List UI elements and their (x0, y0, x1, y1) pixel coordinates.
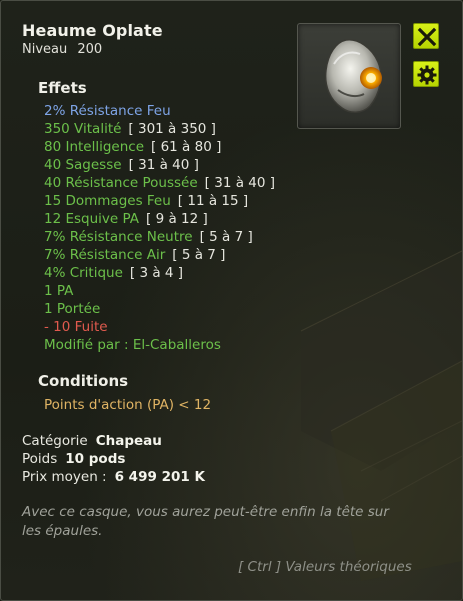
effects-heading: Effets (38, 79, 87, 97)
category-value: Chapeau (95, 433, 162, 449)
condition-text: Points d'action (PA) < 12 (44, 397, 212, 413)
effect-text: 15 Dommages Feu (44, 193, 171, 209)
weight-value: 10 pods (65, 451, 126, 467)
effect-line: 7% Résistance Air [ 5 à 7 ] (44, 246, 275, 264)
level-label: Niveau (22, 42, 68, 57)
item-image-frame (297, 23, 401, 129)
effect-line: 40 Résistance Poussée [ 31 à 40 ] (44, 174, 275, 192)
effect-line: 1 PA (44, 282, 275, 300)
effect-range: [ 31 à 40 ] (128, 157, 199, 173)
price-value: 6 499 201 K (114, 469, 205, 485)
effect-line: 40 Sagesse [ 31 à 40 ] (44, 156, 275, 174)
category-label: Catégorie (22, 433, 88, 449)
item-tooltip: Heaume Oplate Niveau 200 Effets 2% Résis… (0, 0, 463, 601)
effect-line: 15 Dommages Feu [ 11 à 15 ] (44, 192, 275, 210)
effect-range: [ 31 à 40 ] (204, 175, 275, 191)
effect-text: 7% Résistance Neutre (44, 229, 193, 245)
effect-text: 40 Résistance Poussée (44, 175, 198, 191)
effect-range: [ 5 à 7 ] (199, 229, 253, 245)
effect-range: [ 61 à 80 ] (151, 139, 222, 155)
effect-line: 80 Intelligence [ 61 à 80 ] (44, 138, 275, 156)
price-label: Prix moyen : (22, 469, 107, 485)
modified-by-line: Modifié par : El-Caballeros (44, 336, 275, 354)
effects-list: 2% Résistance Feu 350 Vitalité [ 301 à 35… (44, 102, 275, 354)
effect-range: [ 301 à 350 ] (128, 121, 216, 137)
gear-icon (417, 65, 437, 85)
effect-text: 1 Portée (44, 301, 101, 317)
effect-line: 12 Esquive PA [ 9 à 12 ] (44, 210, 275, 228)
effect-text: - 10 Fuite (44, 319, 108, 335)
effect-line: 1 Portée (44, 300, 275, 318)
effect-range: [ 3 à 4 ] (129, 265, 184, 281)
effect-range: [ 9 à 12 ] (146, 211, 208, 227)
level-value: 200 (77, 42, 103, 57)
effect-text: 40 Sagesse (44, 157, 122, 173)
category-row: Catégorie Chapeau (22, 432, 205, 450)
effect-line: 350 Vitalité [ 301 à 350 ] (44, 120, 275, 138)
item-name: Heaume Oplate (22, 21, 163, 40)
item-level: Niveau 200 (22, 42, 102, 57)
effect-text: 12 Esquive PA (44, 211, 140, 227)
close-icon (417, 27, 437, 47)
conditions-heading: Conditions (38, 372, 129, 390)
price-row: Prix moyen : 6 499 201 K (22, 468, 205, 486)
item-properties: Catégorie Chapeau Poids 10 pods Prix moyen… (22, 432, 205, 486)
effect-line: 4% Critique [ 3 à 4 ] (44, 264, 275, 282)
weight-row: Poids 10 pods (22, 450, 205, 468)
effect-text: Modifié par : El-Caballeros (44, 337, 221, 353)
weight-label: Poids (22, 451, 58, 467)
effect-text: 350 Vitalité (44, 121, 122, 137)
theoretical-values-hint: [ Ctrl ] Valeurs théoriques (238, 559, 412, 575)
item-description: Avec ce casque, vous aurez peut-être enf… (22, 504, 389, 539)
settings-button[interactable] (413, 61, 439, 87)
close-button[interactable] (413, 23, 439, 49)
helmet-item-icon (324, 39, 382, 113)
effect-text: 7% Résistance Air (44, 247, 166, 263)
effect-text: 80 Intelligence (44, 139, 145, 155)
effect-line-malus: - 10 Fuite (44, 318, 275, 336)
effect-range: [ 11 à 15 ] (177, 193, 249, 209)
effect-range: [ 5 à 7 ] (172, 247, 226, 263)
effect-line: 7% Résistance Neutre [ 5 à 7 ] (44, 228, 275, 246)
effect-text: 2% Résistance Feu (44, 103, 171, 119)
effect-text: 4% Critique (44, 265, 123, 281)
effect-line: 2% Résistance Feu (44, 102, 275, 120)
effect-text: 1 PA (44, 283, 74, 299)
